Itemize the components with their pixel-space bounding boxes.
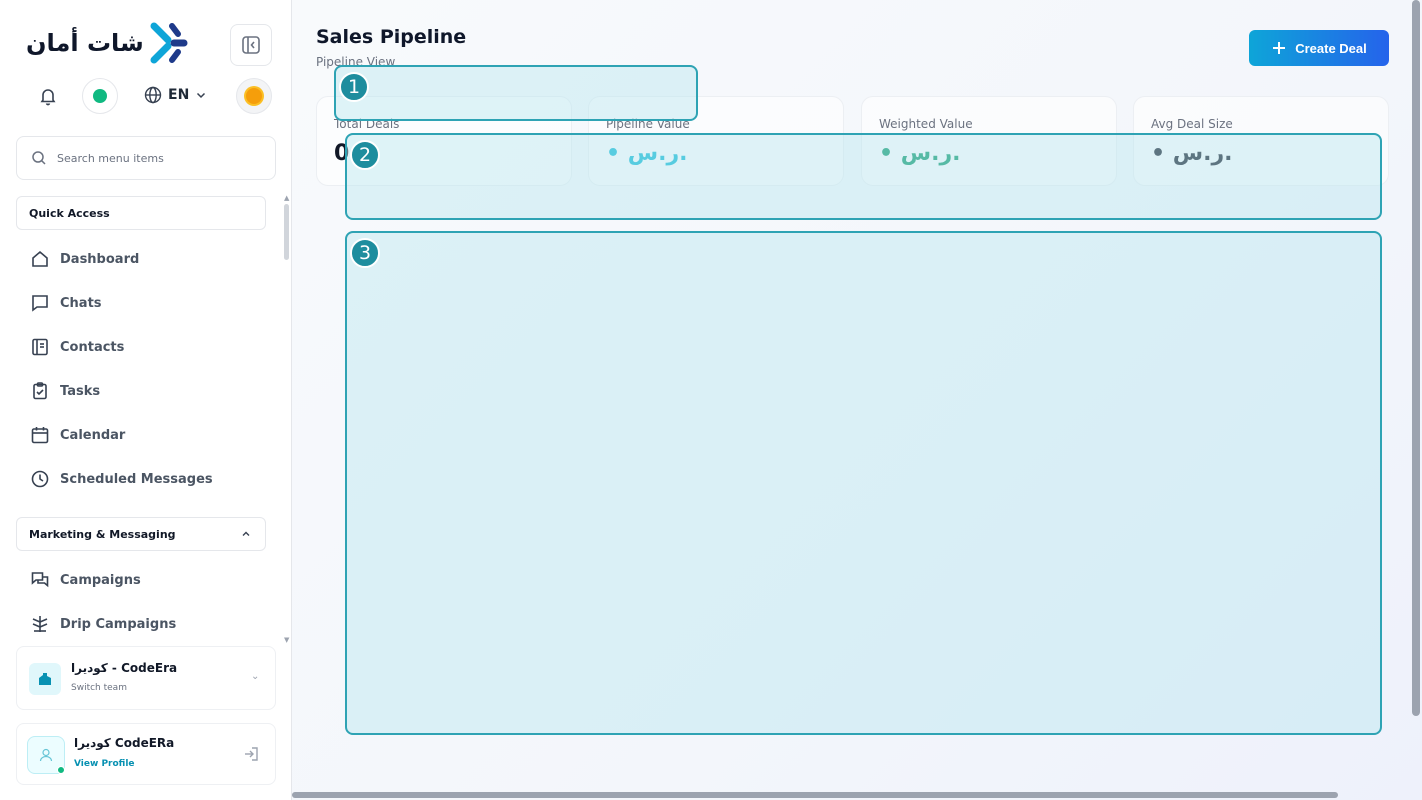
- calendar-icon: [31, 427, 49, 444]
- annotation-box-3: [345, 231, 1382, 735]
- chat-icon: [32, 295, 48, 312]
- stat-label: Weighted Value: [879, 117, 973, 131]
- profile-card[interactable]: كوديرا CodeERa View Profile: [16, 723, 276, 785]
- drip-branches-icon: [32, 616, 48, 632]
- main-content: Sales Pipeline Pipeline View Create Deal…: [292, 0, 1422, 800]
- status-button[interactable]: [82, 78, 118, 114]
- plus-icon: [1273, 42, 1286, 54]
- create-deal-button[interactable]: Create Deal: [1249, 30, 1389, 66]
- chevron-up-icon: [242, 531, 250, 536]
- menu-item-campaigns[interactable]: Campaigns: [30, 568, 141, 592]
- scroll-down-arrow-icon[interactable]: ▼: [284, 636, 289, 644]
- vertical-scrollbar[interactable]: [1412, 0, 1420, 716]
- team-avatar: [29, 663, 61, 695]
- search-input[interactable]: [57, 151, 257, 165]
- home-icon: [32, 250, 48, 267]
- menu-item-label: Dashboard: [60, 251, 140, 267]
- menu-item-label: Calendar: [60, 427, 126, 443]
- sidebar-toolbar: EN: [30, 78, 272, 116]
- menu-item-chats[interactable]: Chats: [30, 291, 102, 315]
- globe-icon: [144, 86, 162, 104]
- marketing-section-header[interactable]: Marketing & Messaging: [16, 517, 266, 551]
- menu-item-drip-campaigns[interactable]: Drip Campaigns: [30, 612, 176, 636]
- team-switcher[interactable]: كوديرا - CodeEra Switch team ⌄: [16, 646, 276, 710]
- menu-item-label: Tasks: [60, 383, 101, 399]
- chevron-down-icon: ⌄: [251, 671, 260, 682]
- menu-item-label: Chats: [60, 295, 102, 311]
- clipboard-check-icon: [33, 382, 47, 400]
- annotation-badge-1: 1: [339, 72, 369, 102]
- building-icon: [39, 673, 51, 685]
- chevron-down-icon: [197, 92, 206, 99]
- stat-label: Avg Deal Size: [1151, 117, 1233, 131]
- menu-item-tasks[interactable]: Tasks: [30, 379, 100, 403]
- logo-mark-icon: [150, 22, 188, 64]
- menu-item-label: Contacts: [60, 339, 125, 355]
- horizontal-scrollbar[interactable]: [292, 792, 1338, 798]
- quick-access-header[interactable]: Quick Access: [16, 196, 266, 230]
- sidebar-collapse-button[interactable]: [230, 24, 272, 66]
- notifications-button[interactable]: [30, 78, 66, 114]
- logout-icon: [245, 747, 258, 761]
- menu-item-contacts[interactable]: Contacts: [30, 335, 124, 359]
- annotation-box-1: [334, 65, 698, 121]
- sidebar: شات أمان EN Search menu items Quick Acce…: [0, 0, 292, 800]
- menu-item-label: Scheduled Messages: [60, 471, 213, 487]
- menu-item-label: Campaigns: [60, 572, 141, 588]
- logo: شات أمان: [26, 22, 188, 64]
- menu-item-dashboard[interactable]: Dashboard: [30, 247, 139, 271]
- language-selector[interactable]: EN: [144, 86, 207, 104]
- switch-team-label: Switch team: [71, 683, 127, 693]
- theme-toggle-button[interactable]: [236, 78, 272, 114]
- scroll-up-arrow-icon[interactable]: ▲: [284, 194, 289, 202]
- sun-icon: [246, 88, 262, 104]
- annotation-badge-2: 2: [350, 140, 380, 170]
- menu-item-calendar[interactable]: Calendar: [30, 423, 125, 447]
- contacts-book-icon: [32, 338, 48, 356]
- bell-icon: [40, 89, 56, 106]
- view-profile-link[interactable]: View Profile: [74, 759, 135, 769]
- create-deal-label: Create Deal: [1295, 40, 1367, 56]
- profile-name: كوديرا CodeERa: [74, 736, 175, 750]
- team-name: كوديرا - CodeEra: [71, 661, 178, 675]
- language-label: EN: [168, 87, 190, 103]
- online-status-dot: [57, 766, 65, 774]
- sidebar-scrollbar[interactable]: [284, 204, 289, 260]
- menu-search[interactable]: [16, 136, 276, 180]
- logout-button[interactable]: [243, 746, 259, 766]
- online-status-dot: [93, 89, 107, 103]
- menu-item-label: Drip Campaigns: [60, 616, 177, 632]
- sidebar-collapse-icon: [242, 36, 260, 54]
- clock-icon: [31, 470, 49, 488]
- search-icon: [32, 151, 46, 165]
- user-icon: [39, 748, 53, 762]
- annotation-badge-3: 3: [350, 238, 380, 268]
- marketing-label: Marketing & Messaging: [29, 527, 176, 541]
- quick-access-label: Quick Access: [29, 206, 110, 220]
- campaigns-chat-icon: [31, 572, 49, 588]
- page-title: Sales Pipeline: [316, 26, 467, 48]
- menu-item-scheduled-messages[interactable]: Scheduled Messages: [30, 467, 213, 491]
- annotation-box-2: [345, 133, 1382, 220]
- logo-text: شات أمان: [26, 29, 144, 57]
